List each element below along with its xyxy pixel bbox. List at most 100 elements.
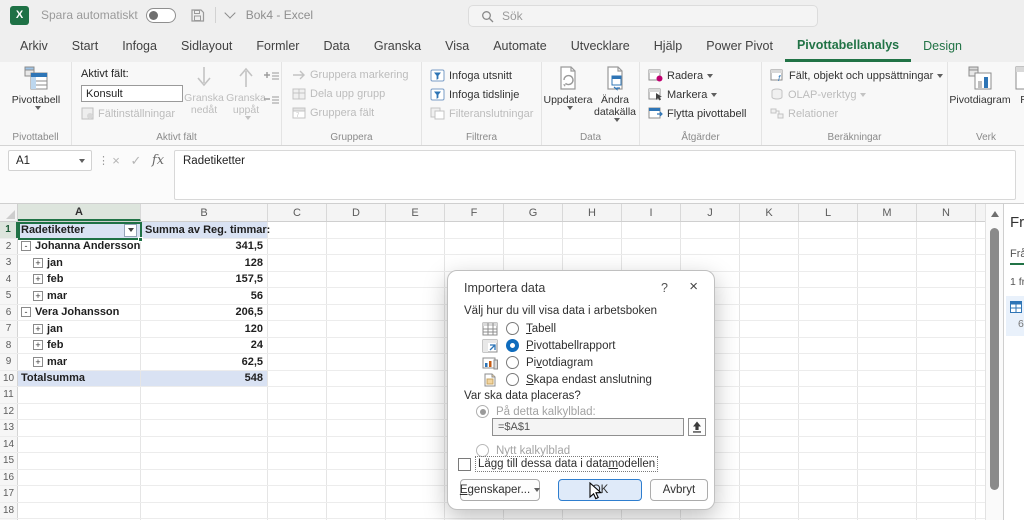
cell-a5[interactable]: mar — [18, 288, 141, 304]
column-header-d[interactable]: D — [327, 204, 386, 221]
row-number[interactable]: 14 — [0, 437, 18, 453]
empty-cell[interactable] — [141, 387, 268, 403]
row-number[interactable]: 16 — [0, 470, 18, 486]
collapse-icon[interactable] — [21, 307, 31, 317]
column-header-g[interactable]: G — [504, 204, 563, 221]
insert-function-icon[interactable]: fx — [148, 150, 168, 171]
column-header-a[interactable]: A — [18, 204, 141, 221]
add-to-data-model-row[interactable]: Lägg till dessa data i datamodellen — [458, 457, 657, 471]
empty-cell[interactable] — [18, 453, 141, 469]
collapse-field-button[interactable] — [263, 94, 280, 107]
column-header-i[interactable]: I — [622, 204, 681, 221]
range-picker-button[interactable] — [688, 418, 706, 436]
empty-cell[interactable] — [141, 420, 268, 436]
cell-b4[interactable]: 157,5 — [141, 272, 268, 288]
active-field-input[interactable]: Konsult — [81, 85, 183, 102]
cell-a8[interactable]: feb — [18, 338, 141, 354]
cell-b7[interactable]: 120 — [141, 321, 268, 337]
change-data-source-button[interactable]: Ändra datakälla — [592, 65, 638, 122]
cell-b2[interactable]: 341,5 — [141, 239, 268, 255]
formula-input[interactable]: Radetiketter — [174, 150, 1016, 200]
row-number[interactable]: 12 — [0, 404, 18, 420]
expand-icon[interactable] — [33, 340, 43, 350]
row-number[interactable]: 4 — [0, 272, 18, 288]
radio-pivotchart[interactable] — [506, 356, 519, 369]
empty-cell[interactable] — [18, 420, 141, 436]
cell-b6[interactable]: 206,5 — [141, 305, 268, 321]
empty-cell[interactable] — [141, 453, 268, 469]
empty-cell[interactable] — [18, 404, 141, 420]
relationships-button[interactable]: Relationer — [770, 107, 838, 120]
column-header-n[interactable]: N — [917, 204, 976, 221]
expand-field-button[interactable] — [263, 70, 280, 83]
range-input[interactable]: =$A$1 — [492, 418, 684, 436]
save-icon[interactable] — [190, 8, 205, 23]
insert-timeline-button[interactable]: Infoga tidslinje — [430, 88, 519, 101]
cell-b8[interactable]: 24 — [141, 338, 268, 354]
empty-cell[interactable] — [18, 437, 141, 453]
column-header-f[interactable]: F — [445, 204, 504, 221]
row-number[interactable]: 11 — [0, 387, 18, 403]
tab-utvecklare[interactable]: Utvecklare — [559, 30, 642, 62]
option-existing-worksheet[interactable]: På detta kalkylblad: — [476, 404, 596, 419]
cell-b1[interactable]: Summa av Reg. timmar: — [141, 222, 268, 238]
ungroup-button[interactable]: Dela upp grupp — [292, 88, 385, 100]
group-field-button[interactable]: 7 Gruppera fält — [292, 107, 374, 119]
tab-arkiv[interactable]: Arkiv — [8, 30, 60, 62]
query-list-item[interactable]: 7 6 — [1006, 296, 1024, 336]
cell-a3[interactable]: jan — [18, 255, 141, 271]
radio-pivottable-report[interactable] — [506, 339, 519, 352]
row-number[interactable]: 5 — [0, 288, 18, 304]
help-icon[interactable]: ? — [661, 281, 668, 295]
row-number[interactable]: 7 — [0, 321, 18, 337]
radio-existing-worksheet[interactable] — [476, 405, 489, 418]
option-pivottable-report[interactable]: Pivottabellrapport — [482, 338, 616, 353]
data-model-checkbox[interactable] — [458, 458, 471, 471]
select-all-corner[interactable] — [0, 204, 18, 221]
column-header-c[interactable]: C — [268, 204, 327, 221]
row-number[interactable]: 3 — [0, 255, 18, 271]
empty-cell[interactable] — [18, 470, 141, 486]
tab-visa[interactable]: Visa — [433, 30, 481, 62]
row-number[interactable]: 10 — [0, 371, 18, 387]
tab-sidlayout[interactable]: Sidlayout — [169, 30, 244, 62]
option-table[interactable]: Tabell — [482, 321, 556, 336]
expand-icon[interactable] — [33, 324, 43, 334]
column-header-l[interactable]: L — [799, 204, 858, 221]
recommended-button-clipped[interactable]: Re — [1012, 65, 1024, 106]
tab-pivottabellanalys[interactable]: Pivottabellanalys — [785, 30, 911, 62]
cancel-button[interactable]: Avbryt — [650, 479, 708, 501]
search-box[interactable]: Sök — [468, 5, 818, 27]
fill-handle[interactable] — [138, 237, 143, 242]
cell-b5[interactable]: 56 — [141, 288, 268, 304]
column-header-e[interactable]: E — [386, 204, 445, 221]
quick-access-caret-icon[interactable] — [224, 7, 235, 18]
refresh-button[interactable]: Uppdatera — [546, 65, 590, 110]
olap-tools-button[interactable]: OLAP-verktyg — [770, 88, 866, 101]
column-header-h[interactable]: H — [563, 204, 622, 221]
cell-a9[interactable]: mar — [18, 354, 141, 370]
fields-items-sets-button[interactable]: f Fält, objekt och uppsättningar — [770, 69, 943, 82]
pivotchart-button[interactable]: Pivotdiagram — [950, 65, 1010, 106]
row-number[interactable]: 13 — [0, 420, 18, 436]
empty-cell[interactable] — [141, 470, 268, 486]
empty-cell[interactable] — [141, 437, 268, 453]
cell-a7[interactable]: jan — [18, 321, 141, 337]
row-number[interactable]: 6 — [0, 305, 18, 321]
cell-a2[interactable]: Johanna Andersson — [18, 239, 141, 255]
column-header-m[interactable]: M — [858, 204, 917, 221]
radio-new-worksheet[interactable] — [476, 444, 489, 457]
drill-down-button[interactable]: Granska nedåt — [184, 65, 224, 116]
empty-cell[interactable] — [141, 404, 268, 420]
row-number[interactable]: 18 — [0, 503, 18, 519]
tab-automate[interactable]: Automate — [481, 30, 559, 62]
empty-cell[interactable] — [141, 486, 268, 502]
tab-infoga[interactable]: Infoga — [110, 30, 169, 62]
cell-a4[interactable]: feb — [18, 272, 141, 288]
row-number[interactable]: 8 — [0, 338, 18, 354]
empty-cells[interactable] — [268, 222, 985, 238]
empty-cell[interactable] — [18, 503, 141, 519]
move-pivottable-button[interactable]: Flytta pivottabell — [648, 107, 746, 120]
expand-icon[interactable] — [33, 258, 43, 268]
expand-icon[interactable] — [33, 274, 43, 284]
